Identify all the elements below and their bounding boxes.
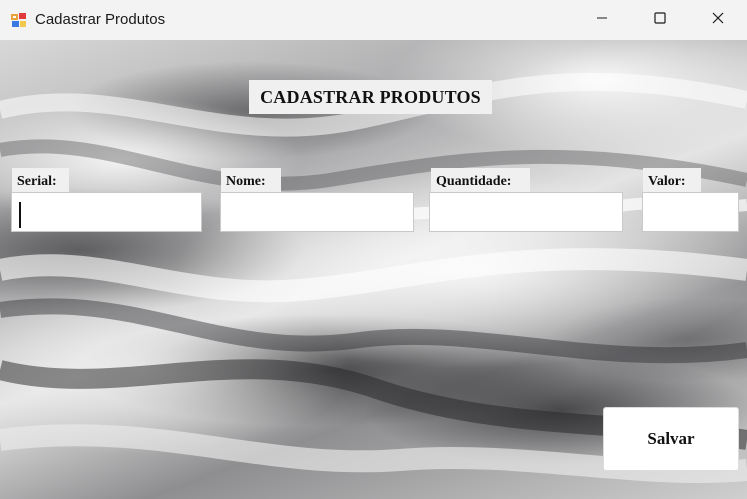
- form-heading: CADASTRAR PRODUTOS: [249, 80, 492, 114]
- window-title: Cadastrar Produtos: [35, 11, 166, 28]
- form-client-area: CADASTRAR PRODUTOS Serial: Nome: Quantid…: [0, 40, 747, 499]
- quantidade-input[interactable]: [429, 192, 623, 232]
- valor-input[interactable]: [642, 192, 739, 232]
- close-button[interactable]: [689, 0, 747, 40]
- maximize-icon: [654, 11, 666, 29]
- maximize-button[interactable]: [631, 0, 689, 40]
- save-button[interactable]: Salvar: [603, 407, 739, 471]
- minimize-icon: [596, 11, 608, 29]
- nome-input[interactable]: [220, 192, 414, 232]
- app-icon: [11, 12, 27, 28]
- app-window: Cadastrar Produtos CADASTRAR PRODUTOS Se…: [0, 0, 747, 499]
- title-bar[interactable]: Cadastrar Produtos: [0, 0, 747, 40]
- text-caret: [19, 202, 21, 228]
- minimize-button[interactable]: [573, 0, 631, 40]
- page-title: CADASTRAR PRODUTOS: [260, 86, 481, 107]
- close-icon: [712, 11, 724, 29]
- serial-input[interactable]: [11, 192, 202, 232]
